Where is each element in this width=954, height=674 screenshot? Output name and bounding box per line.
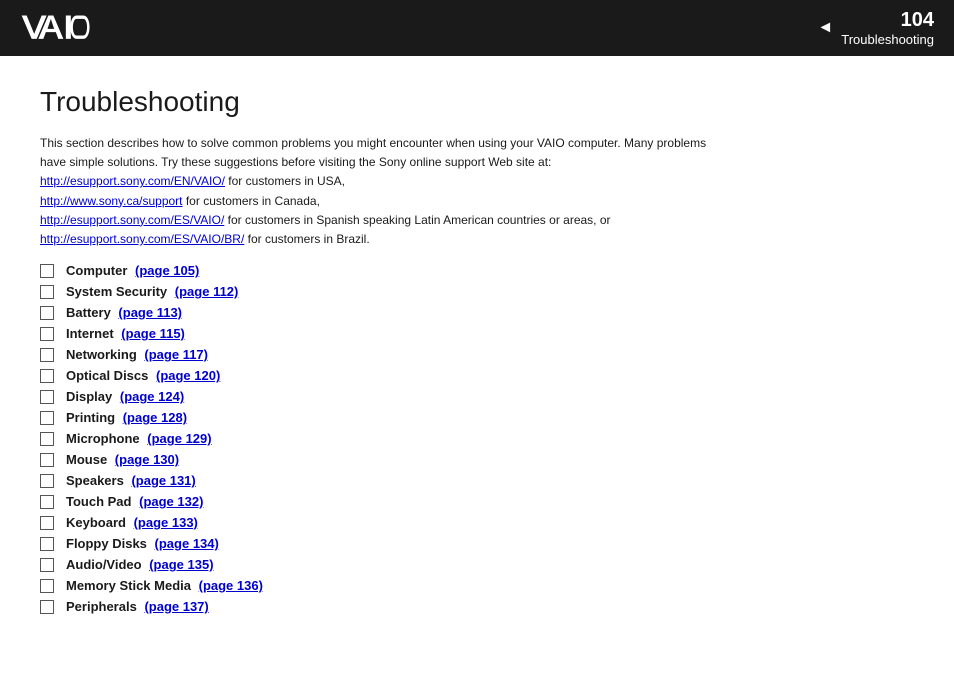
item-page-link[interactable]: (page 117) — [144, 347, 208, 362]
item-page-link[interactable]: (page 128) — [123, 410, 187, 425]
item-page-link[interactable]: (page 124) — [120, 389, 184, 404]
item-label: System Security (page 112) — [66, 284, 238, 299]
item-page-link[interactable]: (page 131) — [131, 473, 195, 488]
item-label: Touch Pad (page 132) — [66, 494, 203, 509]
item-page-link[interactable]: (page 130) — [115, 452, 179, 467]
page-title: Troubleshooting — [40, 86, 914, 118]
checkbox-icon — [40, 558, 54, 572]
item-label: Networking (page 117) — [66, 347, 208, 362]
item-label: Keyboard (page 133) — [66, 515, 198, 530]
intro-line1: This section describes how to solve comm… — [40, 136, 706, 150]
link-canada[interactable]: http://www.sony.ca/support — [40, 194, 183, 208]
checkbox-icon — [40, 474, 54, 488]
checkbox-icon — [40, 432, 54, 446]
toc-item: Optical Discs (page 120) — [40, 368, 914, 383]
header-right: ◄ 104 Troubleshooting — [817, 9, 934, 47]
main-content: Troubleshooting This section describes h… — [0, 56, 954, 674]
checkbox-icon — [40, 264, 54, 278]
toc-item: Touch Pad (page 132) — [40, 494, 914, 509]
intro-line2: have simple solutions. Try these suggest… — [40, 155, 551, 169]
toc-item: Battery (page 113) — [40, 305, 914, 320]
toc-item: Floppy Disks (page 134) — [40, 536, 914, 551]
link4-suffix: for customers in Brazil. — [244, 232, 369, 246]
checkbox-icon — [40, 600, 54, 614]
item-page-link[interactable]: (page 112) — [175, 284, 239, 299]
vaio-logo — [20, 12, 120, 44]
link-latin-america[interactable]: http://esupport.sony.com/ES/VAIO/ — [40, 213, 224, 227]
checkbox-icon — [40, 390, 54, 404]
toc-item: Memory Stick Media (page 136) — [40, 578, 914, 593]
checkbox-icon — [40, 327, 54, 341]
item-page-link[interactable]: (page 129) — [147, 431, 211, 446]
checkbox-icon — [40, 411, 54, 425]
toc-item: Peripherals (page 137) — [40, 599, 914, 614]
checkbox-icon — [40, 579, 54, 593]
toc-item: Audio/Video (page 135) — [40, 557, 914, 572]
item-page-link[interactable]: (page 133) — [134, 515, 198, 530]
item-label: Peripherals (page 137) — [66, 599, 209, 614]
toc-item: Speakers (page 131) — [40, 473, 914, 488]
item-label: Optical Discs (page 120) — [66, 368, 220, 383]
item-label: Audio/Video (page 135) — [66, 557, 214, 572]
item-page-link[interactable]: (page 115) — [121, 326, 185, 341]
toc-item: Keyboard (page 133) — [40, 515, 914, 530]
item-label: Display (page 124) — [66, 389, 184, 404]
link2-suffix: for customers in Canada, — [183, 194, 320, 208]
vaio-logo-svg — [20, 12, 120, 44]
checkbox-icon — [40, 369, 54, 383]
toc-item: Networking (page 117) — [40, 347, 914, 362]
section-title: Troubleshooting — [841, 32, 934, 47]
checkbox-icon — [40, 537, 54, 551]
toc-item: Printing (page 128) — [40, 410, 914, 425]
item-page-link[interactable]: (page 134) — [155, 536, 219, 551]
item-label: Memory Stick Media (page 136) — [66, 578, 263, 593]
item-page-link[interactable]: (page 136) — [199, 578, 263, 593]
link1-suffix: for customers in USA, — [225, 174, 345, 188]
item-page-link[interactable]: (page 105) — [135, 263, 199, 278]
item-page-link[interactable]: (page 120) — [156, 368, 220, 383]
item-page-link[interactable]: (page 132) — [139, 494, 203, 509]
link-brazil[interactable]: http://esupport.sony.com/ES/VAIO/BR/ — [40, 232, 244, 246]
item-label: Battery (page 113) — [66, 305, 182, 320]
header: ◄ 104 Troubleshooting — [0, 0, 954, 56]
item-label: Floppy Disks (page 134) — [66, 536, 219, 551]
item-page-link[interactable]: (page 135) — [149, 557, 213, 572]
checkbox-icon — [40, 516, 54, 530]
checkbox-icon — [40, 306, 54, 320]
item-label: Speakers (page 131) — [66, 473, 196, 488]
item-page-link[interactable]: (page 137) — [144, 599, 208, 614]
checkbox-icon — [40, 495, 54, 509]
toc-list: Computer (page 105) System Security (page… — [40, 263, 914, 614]
item-page-link[interactable]: (page 113) — [118, 305, 182, 320]
item-label: Computer (page 105) — [66, 263, 199, 278]
intro-block: This section describes how to solve comm… — [40, 134, 914, 249]
toc-item: Mouse (page 130) — [40, 452, 914, 467]
toc-item: Display (page 124) — [40, 389, 914, 404]
checkbox-icon — [40, 285, 54, 299]
checkbox-icon — [40, 453, 54, 467]
item-label: Internet (page 115) — [66, 326, 185, 341]
toc-item: Internet (page 115) — [40, 326, 914, 341]
link3-suffix: for customers in Spanish speaking Latin … — [224, 213, 610, 227]
checkbox-icon — [40, 348, 54, 362]
link-usa[interactable]: http://esupport.sony.com/EN/VAIO/ — [40, 174, 225, 188]
toc-item: Microphone (page 129) — [40, 431, 914, 446]
toc-item: System Security (page 112) — [40, 284, 914, 299]
page-number: 104 — [901, 9, 934, 32]
item-label: Microphone (page 129) — [66, 431, 212, 446]
nav-arrow: ◄ — [817, 19, 833, 37]
item-label: Mouse (page 130) — [66, 452, 179, 467]
toc-item: Computer (page 105) — [40, 263, 914, 278]
item-label: Printing (page 128) — [66, 410, 187, 425]
